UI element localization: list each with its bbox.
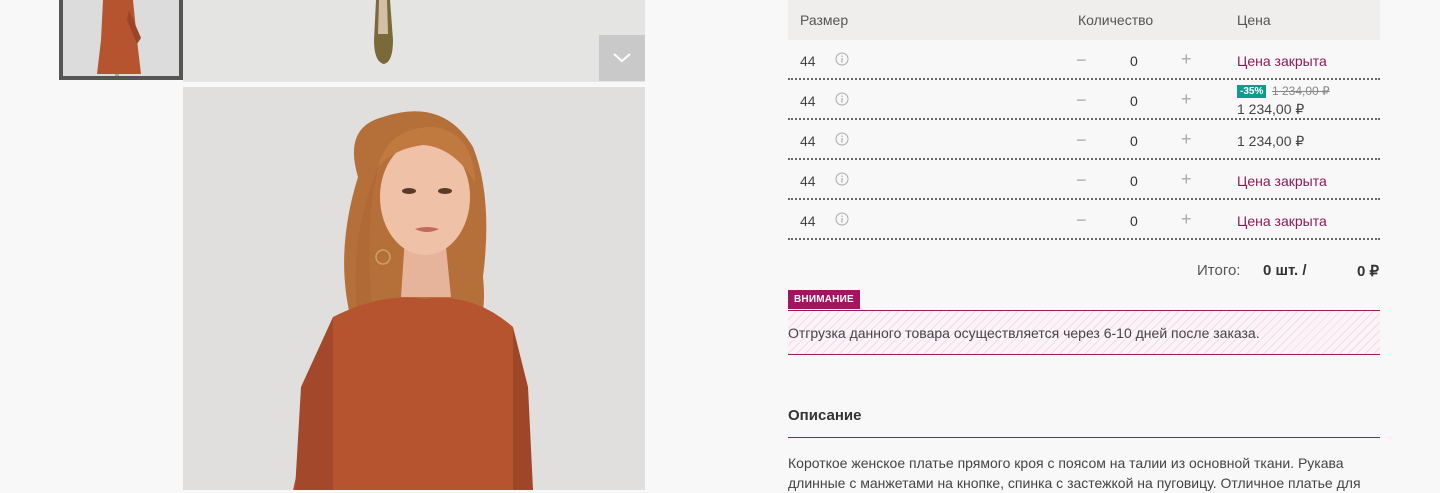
quantity-decrease-button[interactable]: − bbox=[1076, 210, 1087, 231]
total-count: 0 шт. / bbox=[1263, 262, 1307, 279]
quantity-value[interactable]: 0 bbox=[1130, 173, 1138, 189]
info-circle-icon[interactable] bbox=[835, 92, 849, 106]
size-value: 44 bbox=[800, 133, 816, 149]
description-text: Короткое женское платье прямого кроя с п… bbox=[788, 455, 1361, 491]
old-price: 1 234,00 ₽ bbox=[1272, 84, 1330, 98]
size-value: 44 bbox=[800, 93, 816, 109]
column-header-price: Цена bbox=[1237, 12, 1271, 28]
gallery-scroll-down-button[interactable] bbox=[599, 35, 645, 81]
notice-text: Отгрузка данного товара осуществляется ч… bbox=[788, 325, 1260, 341]
info-circle-icon[interactable] bbox=[835, 212, 849, 226]
info-circle-icon[interactable] bbox=[835, 52, 849, 66]
size-value: 44 bbox=[800, 173, 816, 189]
quantity-decrease-button[interactable]: − bbox=[1076, 90, 1087, 111]
size-row: 44 − 0 + Цена закрыта bbox=[788, 200, 1380, 240]
quantity-value[interactable]: 0 bbox=[1130, 133, 1138, 149]
size-value: 44 bbox=[800, 53, 816, 69]
description-title: Описание bbox=[788, 407, 862, 424]
chevron-down-icon bbox=[613, 51, 631, 66]
column-header-quantity: Количество bbox=[1078, 12, 1154, 28]
quantity-decrease-button[interactable]: − bbox=[1076, 50, 1087, 71]
quantity-value[interactable]: 0 bbox=[1130, 213, 1138, 229]
quantity-decrease-button[interactable]: − bbox=[1076, 170, 1087, 191]
info-circle-icon[interactable] bbox=[835, 172, 849, 186]
description-divider bbox=[788, 437, 1380, 438]
quantity-increase-button[interactable]: + bbox=[1181, 49, 1192, 70]
discount-badge: -35% bbox=[1237, 85, 1267, 98]
quantity-increase-button[interactable]: + bbox=[1181, 169, 1192, 190]
product-main-image bbox=[183, 87, 645, 490]
total-sum: 0 ₽ bbox=[1357, 263, 1380, 280]
quantity-increase-button[interactable]: + bbox=[1181, 89, 1192, 110]
size-row: 44 − 0 + Цена закрыта bbox=[788, 160, 1380, 200]
total-label: Итого: bbox=[1197, 262, 1241, 279]
price-value: 1 234,00 ₽ bbox=[1237, 101, 1305, 117]
price-closed-link[interactable]: Цена закрыта bbox=[1237, 53, 1327, 69]
price-closed-link[interactable]: Цена закрыта bbox=[1237, 213, 1327, 229]
quantity-decrease-button[interactable]: − bbox=[1076, 130, 1087, 151]
quantity-value[interactable]: 0 bbox=[1130, 53, 1138, 69]
shipping-notice: Отгрузка данного товара осуществляется ч… bbox=[788, 310, 1380, 355]
price-value: 1 234,00 ₽ bbox=[1237, 133, 1305, 149]
size-value: 44 bbox=[800, 213, 816, 229]
size-row: 44 − 0 + 1 234,00 ₽ bbox=[788, 120, 1380, 160]
info-circle-icon[interactable] bbox=[835, 132, 849, 146]
gallery-thumbnail-active[interactable] bbox=[59, 0, 183, 80]
size-row: 44 − 0 + Цена закрыта bbox=[788, 40, 1380, 80]
quantity-increase-button[interactable]: + bbox=[1181, 209, 1192, 230]
notice-badge: ВНИМАНИЕ bbox=[788, 290, 860, 309]
product-image-shoes bbox=[183, 0, 645, 82]
size-table-header: Размер Количество Цена bbox=[788, 0, 1380, 40]
size-row: 44 − 0 + -35% 1 234,00 ₽ 1 234,00 ₽ bbox=[788, 80, 1380, 120]
column-header-size: Размер bbox=[800, 12, 849, 28]
price-closed-link[interactable]: Цена закрыта bbox=[1237, 173, 1327, 189]
quantity-increase-button[interactable]: + bbox=[1181, 129, 1192, 150]
quantity-value[interactable]: 0 bbox=[1130, 93, 1138, 109]
